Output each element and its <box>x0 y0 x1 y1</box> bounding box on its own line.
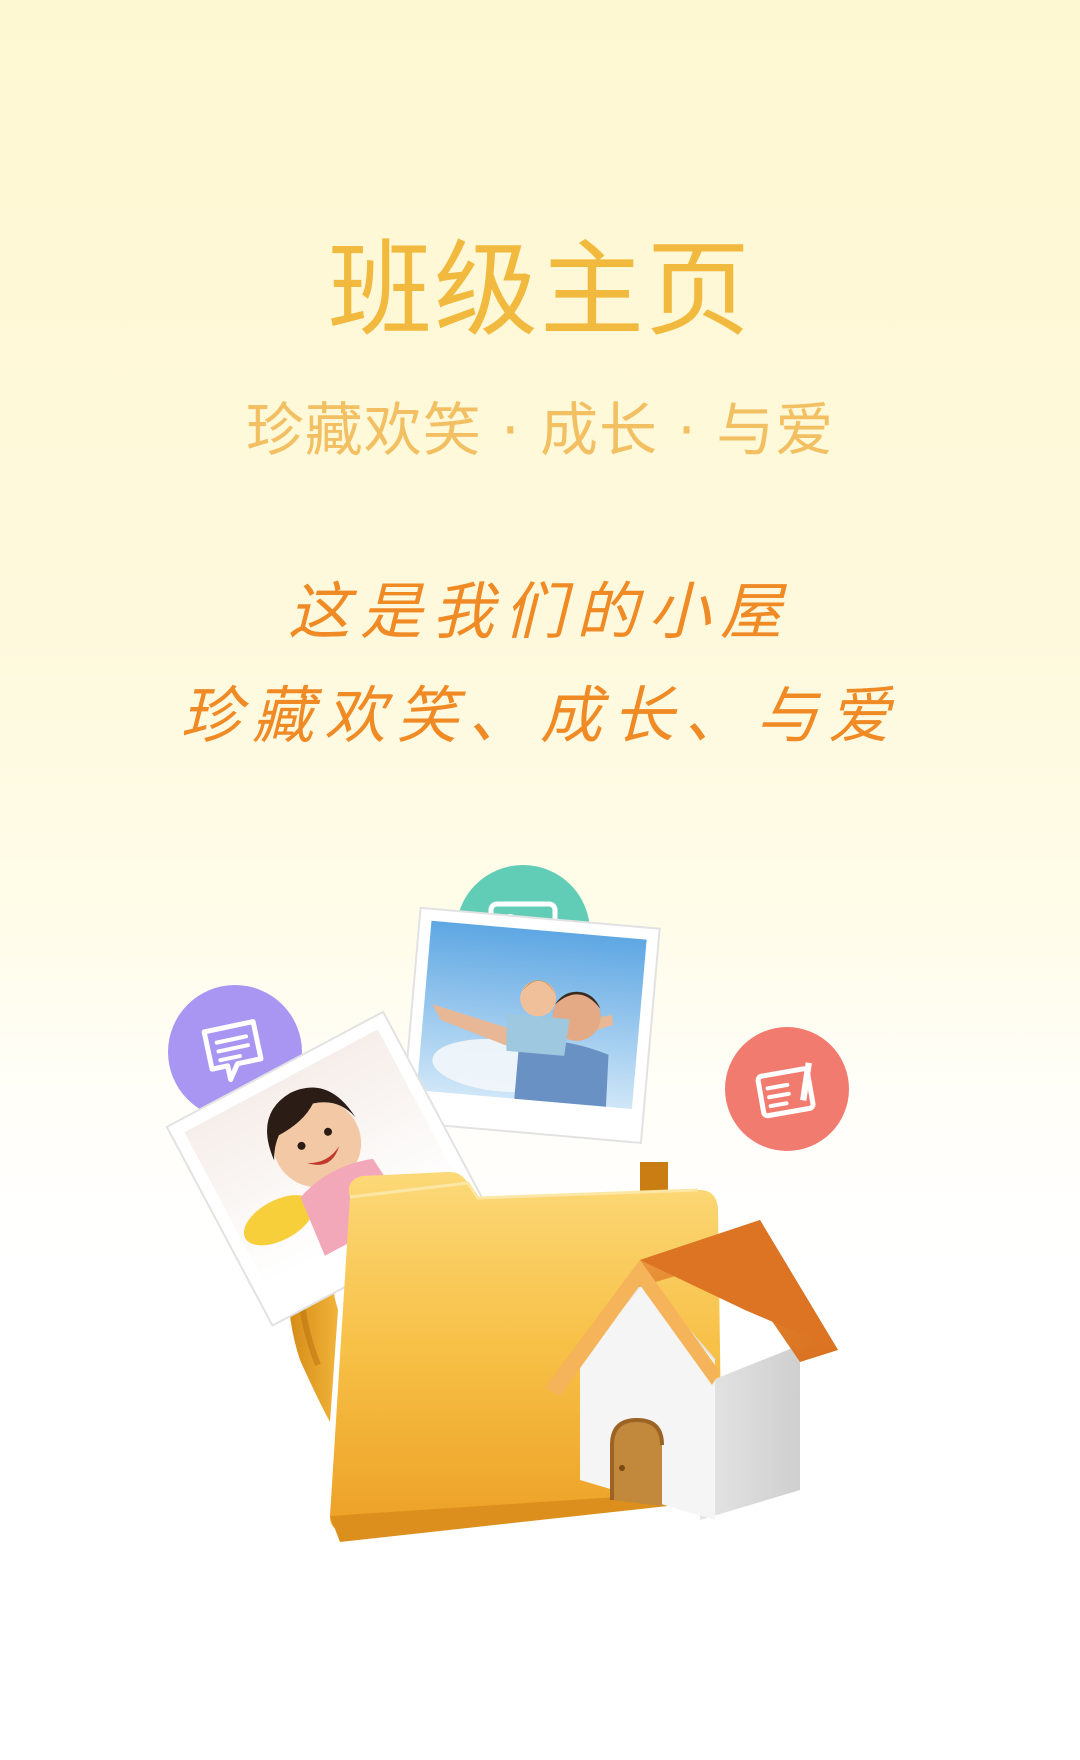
folder-house-illustration <box>165 906 838 1542</box>
slogan-line-1: 这是我们的小屋 <box>287 575 792 648</box>
page-subtitle: 珍藏欢笑 · 成长 · 与爱 <box>245 396 835 464</box>
slogan-line-2: 珍藏欢笑、成长、与爱 <box>179 679 900 752</box>
page-title: 班级主页 <box>327 229 752 351</box>
